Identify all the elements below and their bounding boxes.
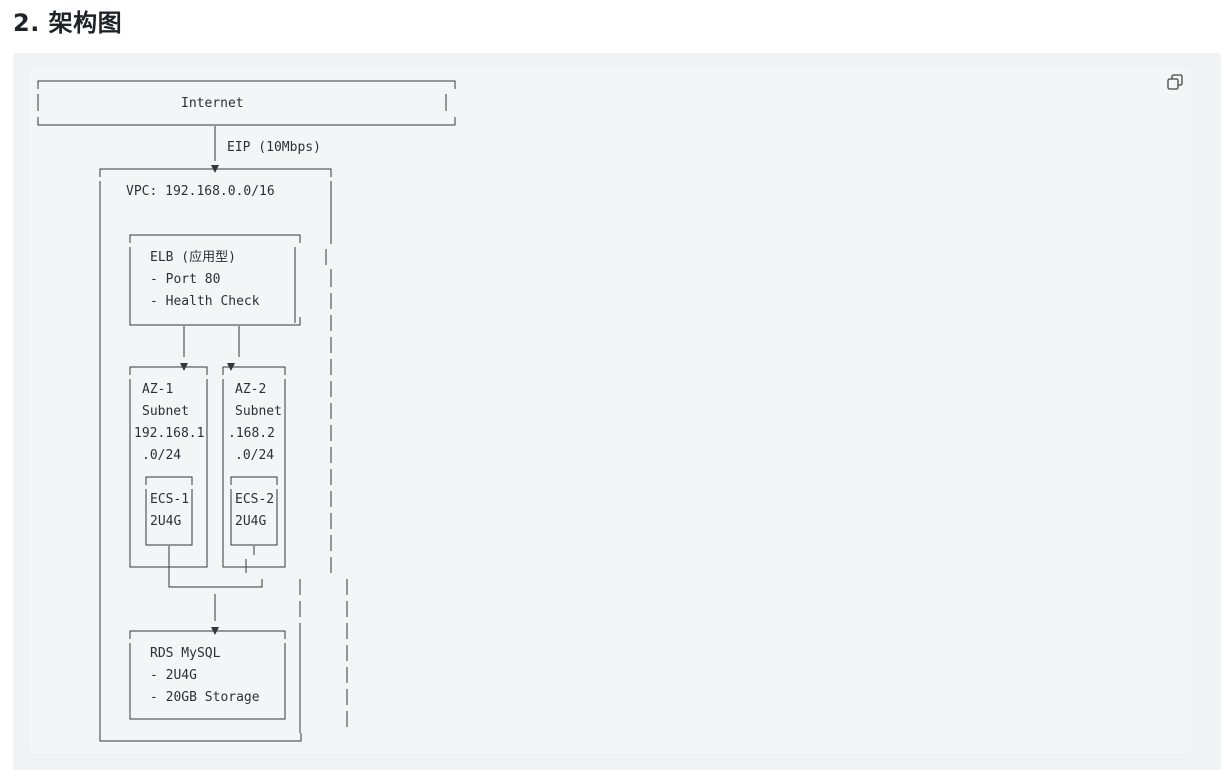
rds-spec: - 2U4G [150, 668, 197, 683]
az1-name: AZ-1 [142, 382, 173, 397]
internet-label: Internet [181, 96, 244, 111]
az2-cidr-line2: .0/24 [235, 448, 274, 463]
ecs1-spec: 2U4G [150, 514, 181, 529]
section-heading: 2. 架构图 [13, 9, 123, 37]
elb-port: - Port 80 [150, 272, 220, 287]
code-block-content: Internet EIP (10Mbps) VPC: 192.168.0.0/1… [29, 69, 1192, 754]
vpc-label: VPC: 192.168.0.0/16 [126, 184, 275, 199]
az1-cidr-line2: .0/24 [142, 448, 181, 463]
code-block: Internet EIP (10Mbps) VPC: 192.168.0.0/1… [13, 53, 1221, 770]
rds-title: RDS MySQL [150, 646, 221, 661]
ecs2-box: ECS-2 2U4G [230, 476, 278, 546]
copy-icon[interactable] [1166, 73, 1184, 91]
rds-storage: - 20GB Storage [150, 690, 260, 705]
ecs2-name: ECS-2 [235, 492, 274, 507]
az2-subnet: Subnet [235, 404, 282, 419]
elb-title: ELB (应用型) [150, 249, 236, 265]
az1-cidr-line1: 192.168.1 [134, 426, 204, 441]
az2-name: AZ-2 [235, 382, 266, 397]
ecs1-box: ECS-1 2U4G [145, 476, 193, 546]
az2-subnet-box: AZ-2 Subnet .168.2 .0/24 [222, 363, 286, 568]
elb-box: ELB (应用型) - Port 80 - Health Check [129, 234, 301, 326]
elb-health-check: - Health Check [150, 294, 260, 309]
az1-subnet-box: AZ-1 Subnet 192.168.1 .0/24 [129, 363, 208, 568]
az2-cidr-line1: .168.2 [228, 426, 275, 441]
internet-box: Internet [37, 80, 456, 126]
rds-box: RDS MySQL - 2U4G - 20GB Storage [129, 627, 286, 720]
ecs1-name: ECS-1 [150, 492, 189, 507]
ecs2-spec: 2U4G [235, 514, 266, 529]
eip-label: EIP (10Mbps) [227, 140, 321, 155]
architecture-diagram: Internet EIP (10Mbps) VPC: 192.168.0.0/1… [37, 80, 456, 742]
az1-subnet: Subnet [142, 404, 189, 419]
